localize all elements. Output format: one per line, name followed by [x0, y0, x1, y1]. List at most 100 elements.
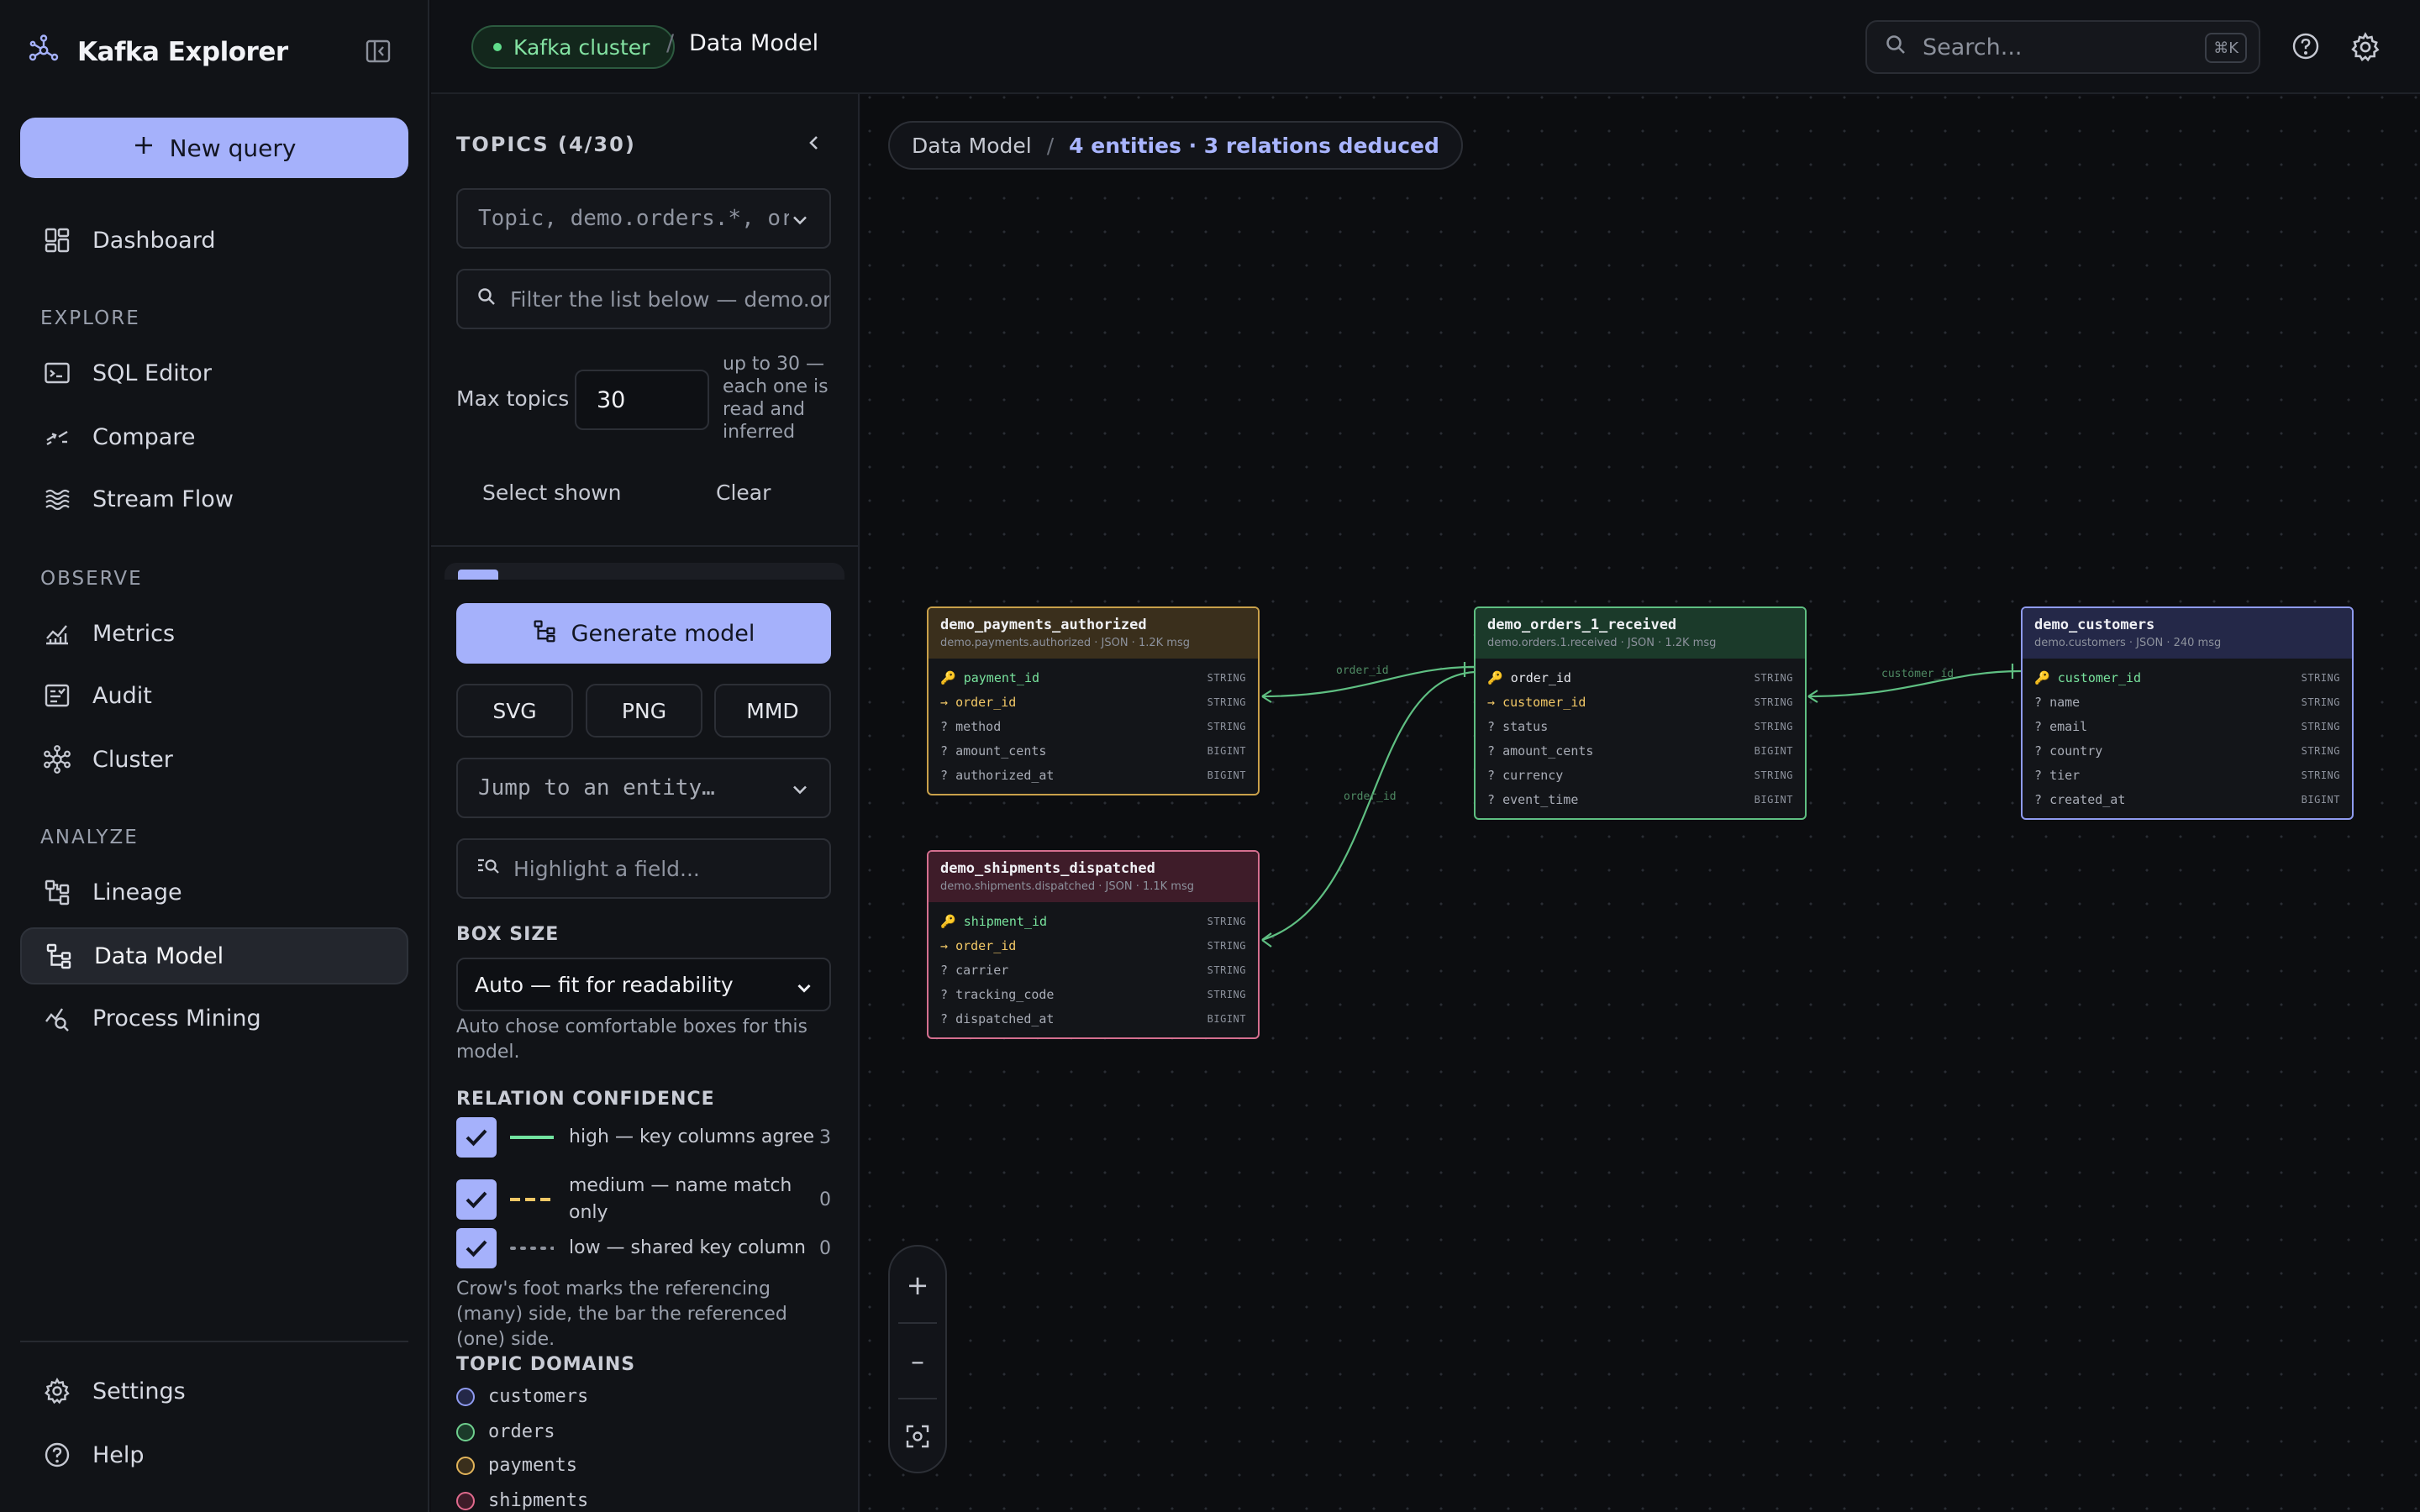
help-button[interactable]: [2291, 32, 2320, 64]
nav-item-label: Compare: [92, 423, 196, 450]
select-shown-button[interactable]: Select shown: [482, 480, 622, 505]
max-topics-input[interactable]: 30: [575, 370, 709, 430]
nav-item-help[interactable]: Help: [20, 1426, 408, 1483]
nav-item-data-model[interactable]: Data Model: [20, 927, 408, 984]
export-svg-button[interactable]: SVG: [456, 684, 573, 738]
domain-item[interactable]: customers: [456, 1386, 588, 1407]
field-row[interactable]: ? amount_cents BIGINT: [1476, 738, 1805, 763]
nav-item-label: Lineage: [92, 879, 182, 906]
field-row[interactable]: ? carrier STRING: [929, 958, 1258, 982]
field-row[interactable]: 🔑 customer_id STRING: [2023, 665, 2352, 690]
brand[interactable]: Kafka Explorer: [27, 34, 288, 71]
sidebar-toggle-icon: [366, 39, 391, 67]
entity-header: demo_orders_1_received demo.orders.1.rec…: [1476, 608, 1805, 659]
field-row[interactable]: 🔑 shipment_id STRING: [929, 909, 1258, 933]
fit-view-button[interactable]: [890, 1399, 945, 1473]
new-query-button[interactable]: New query: [20, 118, 408, 178]
confidence-low-row[interactable]: low — shared key column 0: [456, 1228, 831, 1268]
optional-field-icon: ?: [1487, 718, 1496, 734]
jump-placeholder: Jump to an entity…: [478, 775, 715, 801]
topic-checkbox[interactable]: [458, 570, 498, 580]
collapse-panel-button[interactable]: [804, 133, 824, 156]
domain-item[interactable]: payments: [456, 1455, 577, 1476]
field-row[interactable]: ? tracking_code STRING: [929, 982, 1258, 1006]
entity-card-orders[interactable]: demo_orders_1_received demo.orders.1.rec…: [1474, 606, 1807, 820]
nav-item-lineage[interactable]: Lineage: [20, 864, 408, 921]
checkbox-checked[interactable]: [456, 1179, 497, 1220]
checkbox-checked[interactable]: [456, 1117, 497, 1158]
field-row[interactable]: → order_id STRING: [929, 933, 1258, 958]
field-row[interactable]: ? method STRING: [929, 714, 1258, 738]
entity-card-customers[interactable]: demo_customers demo.customers · JSON · 2…: [2021, 606, 2354, 820]
clear-button[interactable]: Clear: [716, 480, 771, 505]
entity-card-shipments[interactable]: demo_shipments_dispatched demo.shipments…: [927, 850, 1260, 1039]
nav-item-metrics[interactable]: Metrics: [20, 605, 408, 662]
field-row[interactable]: ? tier STRING: [2023, 763, 2352, 787]
field-row[interactable]: ? authorized_at BIGINT: [929, 763, 1258, 787]
domain-item[interactable]: orders: [456, 1421, 555, 1442]
field-row[interactable]: ? status STRING: [1476, 714, 1805, 738]
field-row[interactable]: ? created_at BIGINT: [2023, 787, 2352, 811]
nav-item-audit[interactable]: Audit: [20, 667, 408, 724]
field-type: STRING: [1207, 963, 1246, 976]
relation-edge[interactable]: [1261, 670, 1476, 942]
zoom-out-button[interactable]: –: [890, 1324, 945, 1398]
field-row[interactable]: ? currency STRING: [1476, 763, 1805, 787]
field-row[interactable]: 🔑 order_id STRING: [1476, 665, 1805, 690]
nav-item-process-mining[interactable]: Process Mining: [20, 990, 408, 1047]
field-row[interactable]: ? name STRING: [2023, 690, 2352, 714]
diagram-canvas[interactable]: Data Model / 4 entities · 3 relations de…: [861, 96, 2420, 1512]
field-row[interactable]: ? amount_cents BIGINT: [929, 738, 1258, 763]
entity-fields: 🔑 customer_id STRING ? name STRING ? email…: [2023, 659, 2352, 818]
cluster-badge[interactable]: Kafka cluster: [471, 25, 676, 69]
export-png-button[interactable]: PNG: [586, 684, 702, 738]
settings-button[interactable]: [2350, 32, 2381, 66]
cluster-icon: [42, 744, 72, 774]
domain-item[interactable]: shipments: [456, 1490, 588, 1511]
field-row[interactable]: → customer_id STRING: [1476, 690, 1805, 714]
topic-list[interactable]: [445, 563, 844, 580]
collapse-sidebar-button[interactable]: [366, 39, 391, 67]
topic-pattern-combobox[interactable]: Topic, demo.orders.*, or …: [456, 188, 831, 249]
nav-item-settings[interactable]: Settings: [20, 1362, 408, 1420]
field-row[interactable]: ? dispatched_at BIGINT: [929, 1006, 1258, 1031]
topic-filter-input[interactable]: Filter the list below — demo.orders: [456, 269, 831, 329]
cluster-name: Kafka cluster: [513, 34, 650, 60]
field-row[interactable]: 🔑 payment_id STRING: [929, 665, 1258, 690]
entity-meta: demo.customers · JSON · 240 msg: [2034, 637, 2222, 649]
nav-item-compare[interactable]: Compare: [20, 408, 408, 465]
field-name: payment_id: [963, 669, 1040, 685]
zoom-in-button[interactable]: +: [890, 1248, 945, 1322]
box-size-note: Auto chose comfortable boxes for this mo…: [456, 1016, 808, 1063]
search-input[interactable]: Search... ⌘K: [1865, 20, 2260, 74]
field-name: order_id: [955, 937, 1017, 953]
box-size-select[interactable]: Auto — fit for readability: [456, 958, 831, 1011]
export-mmd-button[interactable]: MMD: [714, 684, 831, 738]
field-type: BIGINT: [1754, 793, 1793, 806]
field-row[interactable]: ? email STRING: [2023, 714, 2352, 738]
nav-item-sql-editor[interactable]: SQL Editor: [20, 344, 408, 402]
nav-item-stream-flow[interactable]: Stream Flow: [20, 470, 408, 528]
primary-key-icon: 🔑: [2034, 669, 2050, 685]
nav-item-label: Settings: [92, 1378, 186, 1404]
field-name: created_at: [2049, 791, 2126, 807]
chevron-down-icon: [791, 210, 809, 235]
nav-item-cluster[interactable]: Cluster: [20, 731, 408, 788]
domain-color-dot: [456, 1491, 475, 1510]
generate-model-button[interactable]: Generate model: [456, 603, 831, 664]
confidence-high-row[interactable]: high — key columns agree 3: [456, 1117, 831, 1158]
confidence-count: 0: [819, 1237, 831, 1259]
entity-card-payments[interactable]: demo_payments_authorized demo.payments.a…: [927, 606, 1260, 795]
field-name: amount_cents: [1502, 743, 1594, 759]
max-topics-note: up to 30 — each one is read and inferred: [723, 354, 829, 443]
field-row[interactable]: ? country STRING: [2023, 738, 2352, 763]
confidence-medium-row[interactable]: medium — name match only 0: [456, 1173, 831, 1226]
field-row[interactable]: ? event_time BIGINT: [1476, 787, 1805, 811]
highlight-field-input[interactable]: Highlight a field...: [456, 838, 831, 899]
jump-to-entity-select[interactable]: Jump to an entity…: [456, 758, 831, 818]
field-row[interactable]: → order_id STRING: [929, 690, 1258, 714]
app-root: Kafka Explorer New query Dashboard EXPLO…: [0, 0, 2420, 1512]
nav-item-dashboard[interactable]: Dashboard: [20, 212, 408, 269]
checkbox-checked[interactable]: [456, 1228, 497, 1268]
app-title: Kafka Explorer: [77, 37, 288, 67]
